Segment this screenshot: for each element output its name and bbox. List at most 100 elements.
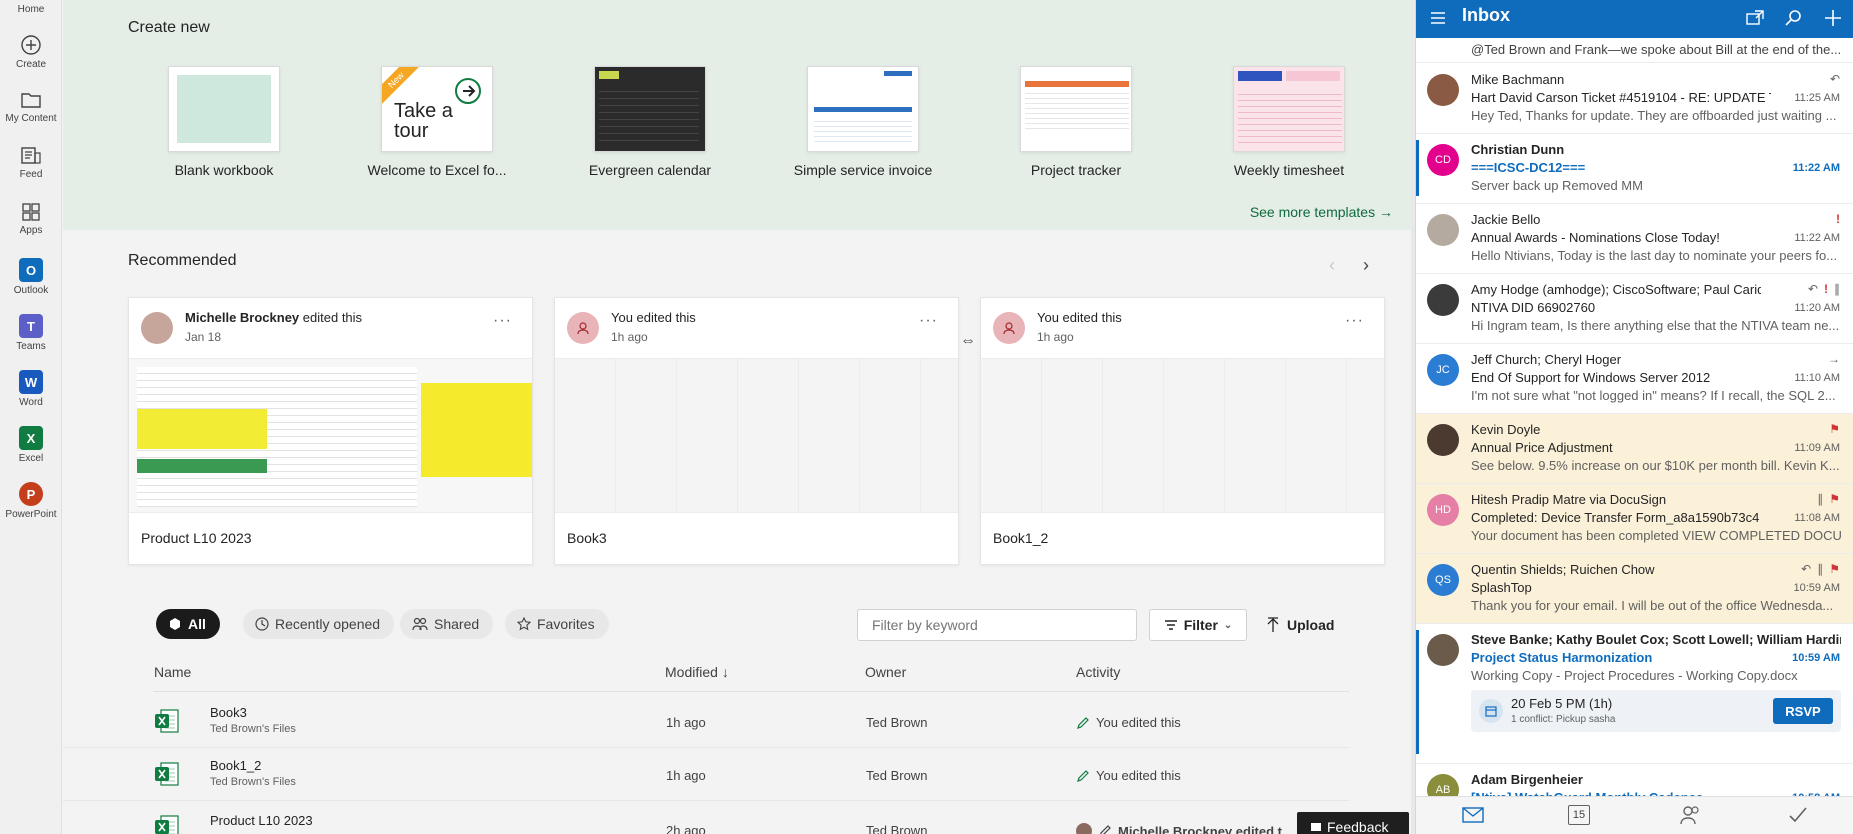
- card-preview: [981, 358, 1384, 513]
- column-header-owner[interactable]: Owner: [865, 664, 906, 680]
- card-activity: Michelle Brockney edited this: [185, 310, 362, 325]
- message-item[interactable]: Amy Hodge (amhodge); CiscoSoftware; Paul…: [1416, 274, 1853, 344]
- column-header-activity[interactable]: Activity: [1076, 664, 1120, 680]
- rail-powerpoint-label: PowerPoint: [5, 509, 57, 520]
- file-activity: You edited this: [1076, 768, 1181, 783]
- card-header: You edited this 1h ago ···: [555, 298, 958, 358]
- template-evergreen-calendar[interactable]: Evergreen calendar: [580, 66, 720, 178]
- message-item[interactable]: CD Christian Dunn ===ICSC-DC12=== Server…: [1416, 134, 1853, 204]
- card-header: Michelle Brockney edited this Jan 18 ···: [129, 298, 532, 358]
- teams-icon: T: [19, 314, 43, 338]
- column-header-name[interactable]: Name: [154, 664, 191, 680]
- rail-my-content[interactable]: My Content: [0, 90, 62, 124]
- hamburger-menu-icon[interactable]: [1430, 11, 1446, 25]
- message-item[interactable]: JC Jeff Church; Cheryl Hoger End Of Supp…: [1416, 344, 1853, 414]
- rail-powerpoint[interactable]: P PowerPoint: [0, 482, 62, 520]
- card-time: Jan 18: [185, 330, 222, 344]
- template-label: Simple service invoice: [793, 162, 933, 178]
- card-action: You edited this: [611, 310, 696, 325]
- template-weekly-timesheet[interactable]: Weekly timesheet: [1219, 66, 1359, 178]
- template-service-invoice[interactable]: Simple service invoice: [793, 66, 933, 178]
- avatar: [1427, 214, 1459, 246]
- recommended-card[interactable]: You edited this 1h ago ··· Book1_2: [980, 297, 1385, 565]
- message-sender: Christian Dunn: [1471, 142, 1565, 157]
- checkmark-tasks-icon[interactable]: [1788, 806, 1808, 824]
- message-item[interactable]: Jackie Bello Annual Awards - Nominations…: [1416, 204, 1853, 274]
- chevron-left-icon[interactable]: ‹: [1329, 255, 1335, 276]
- feedback-button[interactable]: Feedback: [1297, 812, 1409, 834]
- recommended-card[interactable]: You edited this 1h ago ··· Book3: [554, 297, 959, 565]
- filter-recent-pill[interactable]: Recently opened: [243, 609, 395, 639]
- rail-teams[interactable]: T Teams: [0, 314, 62, 352]
- rail-feed[interactable]: Feed: [0, 146, 62, 180]
- message-sender: Amy Hodge (amhodge); CiscoSoftware; Paul…: [1471, 282, 1761, 297]
- filter-favorites-pill[interactable]: Favorites: [505, 609, 609, 639]
- file-name: Book3: [210, 705, 247, 720]
- file-activity-label: You edited this: [1096, 715, 1181, 730]
- unread-indicator: [1416, 630, 1419, 754]
- template-project-tracker[interactable]: Project tracker: [1006, 66, 1146, 178]
- pencil-icon: [1100, 825, 1111, 834]
- more-options-icon[interactable]: ···: [1345, 312, 1364, 330]
- rail-excel[interactable]: X Excel: [0, 426, 62, 464]
- avatar: HD: [1427, 494, 1459, 526]
- avatar: QS: [1427, 564, 1459, 596]
- message-item[interactable]: Steve Banke; Kathy Boulet Cox; Scott Low…: [1416, 624, 1853, 764]
- rail-create[interactable]: Create: [0, 34, 62, 70]
- rail-word[interactable]: W Word: [0, 370, 62, 408]
- template-welcome-tour[interactable]: New Take a tour Welcome to Excel fo...: [367, 66, 507, 178]
- rail-home[interactable]: Home: [0, 4, 62, 15]
- filter-keyword-input[interactable]: [857, 609, 1137, 641]
- filter-button[interactable]: Filter ⌄: [1149, 609, 1247, 641]
- message-subject: SplashTop: [1471, 580, 1532, 595]
- card-editor: Michelle Brockney: [185, 310, 300, 325]
- table-header-divider: [153, 691, 1349, 692]
- message-subject: Hart David Carson Ticket #4519104 - RE: …: [1471, 90, 1771, 105]
- message-item[interactable]: HD Hitesh Pradip Matre via DocuSign Comp…: [1416, 484, 1853, 554]
- rsvp-button[interactable]: RSVP: [1773, 698, 1833, 724]
- upload-button[interactable]: Upload: [1267, 609, 1334, 641]
- search-icon[interactable]: [1785, 9, 1803, 27]
- event-card[interactable]: 20 Feb 5 PM (1h) 1 conflict: Pickup sash…: [1471, 690, 1841, 732]
- popout-icon[interactable]: [1746, 10, 1764, 26]
- more-options-icon[interactable]: ···: [919, 312, 938, 330]
- event-conflict: 1 conflict: Pickup sasha: [1511, 714, 1616, 725]
- filter-all-pill[interactable]: All: [156, 609, 220, 639]
- recommended-card[interactable]: Michelle Brockney edited this Jan 18 ···…: [128, 297, 533, 565]
- mail-icon[interactable]: [1462, 807, 1484, 823]
- message-item[interactable]: Kevin Doyle Annual Price Adjustment See …: [1416, 414, 1853, 484]
- table-row[interactable]: Product L10 2023 2h ago Ted Brown Michel…: [63, 801, 1349, 834]
- message-subject: Completed: Device Transfer Form_a8a1590b…: [1471, 510, 1760, 525]
- avatar: [1427, 424, 1459, 456]
- rail-apps[interactable]: Apps: [0, 202, 62, 236]
- new-badge: New: [382, 67, 421, 105]
- message-item[interactable]: QS Quentin Shields; Ruichen Chow SplashT…: [1416, 554, 1853, 624]
- excel-file-icon: [155, 815, 179, 834]
- avatar: [141, 312, 173, 344]
- message-flags: !: [1836, 212, 1840, 226]
- table-row[interactable]: Book3 Ted Brown's Files 1h ago Ted Brown…: [63, 695, 1349, 748]
- pencil-icon: [1077, 716, 1089, 729]
- file-name: Book1_2: [210, 758, 262, 773]
- template-thumbnail: [168, 66, 280, 152]
- table-row[interactable]: Book1_2 Ted Brown's Files 1h ago Ted Bro…: [63, 748, 1349, 801]
- filter-shared-pill[interactable]: Shared: [400, 609, 494, 639]
- template-thumbnail: [1233, 66, 1345, 152]
- see-more-templates-link[interactable]: See more templates →: [1250, 204, 1393, 220]
- column-header-modified[interactable]: Modified ↓: [665, 664, 729, 680]
- see-more-label: See more templates: [1249, 204, 1376, 220]
- rail-outlook[interactable]: O Outlook: [0, 258, 62, 296]
- calendar-icon[interactable]: 15: [1568, 805, 1590, 825]
- arrow-circle-icon: [455, 78, 481, 104]
- template-blank-workbook[interactable]: Blank workbook: [154, 66, 294, 178]
- chevron-right-icon[interactable]: ›: [1363, 255, 1369, 276]
- message-sender: Hitesh Pradip Matre via DocuSign: [1471, 492, 1667, 507]
- message-item[interactable]: Mike Bachmann Hart David Carson Ticket #…: [1416, 64, 1853, 134]
- more-options-icon[interactable]: ···: [493, 312, 512, 330]
- message-subject: Annual Awards - Nominations Close Today!: [1471, 230, 1720, 245]
- file-owner: Ted Brown: [866, 715, 928, 730]
- people-icon[interactable]: [1680, 805, 1700, 825]
- message-preview: Your document has been completed VIEW CO…: [1471, 528, 1841, 543]
- inbox-title: Inbox: [1462, 5, 1510, 25]
- new-mail-plus-icon[interactable]: [1824, 9, 1842, 27]
